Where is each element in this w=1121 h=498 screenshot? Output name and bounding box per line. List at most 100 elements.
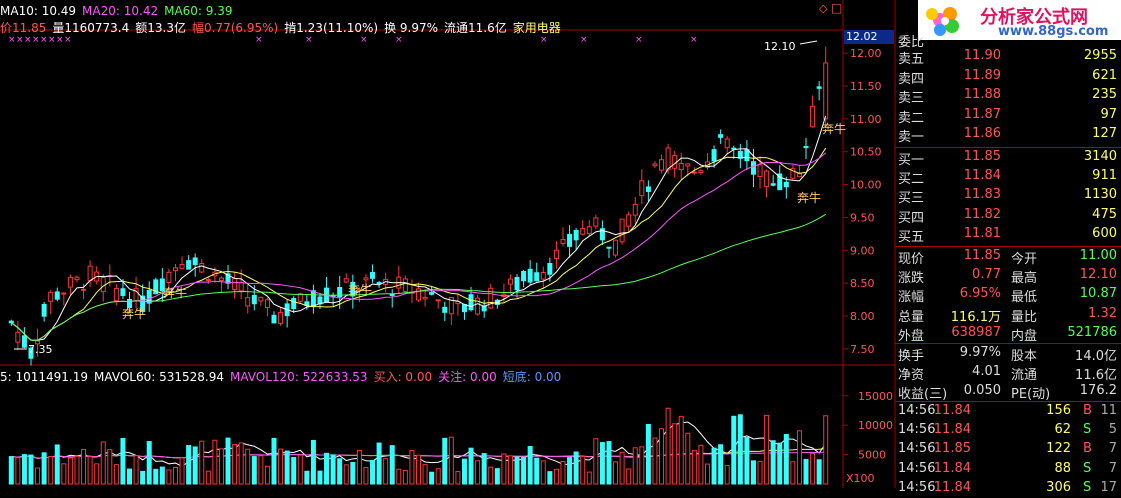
diamond-icon[interactable]: ◇ xyxy=(819,2,827,15)
volume-bar xyxy=(744,437,750,485)
volume-bar xyxy=(639,446,645,485)
volume-bar xyxy=(21,454,27,485)
volume-bar xyxy=(264,465,270,485)
bid-price: 11.81 xyxy=(963,226,1001,241)
stat-value: 1.32 xyxy=(1088,305,1117,321)
volume-bar xyxy=(816,459,822,485)
volume-bar xyxy=(593,438,599,485)
tick-count: 11 xyxy=(1100,403,1117,418)
tick-volume: 88 xyxy=(1054,460,1071,476)
candle-body xyxy=(757,164,763,178)
signal-marker: × xyxy=(56,35,64,45)
stat-row: 现价 11.85 今开 11.00 xyxy=(895,246,1121,267)
candle-body xyxy=(343,278,349,283)
volume-bar xyxy=(356,449,362,485)
candle-body xyxy=(619,218,625,243)
volume-bar xyxy=(146,441,152,485)
candle-body xyxy=(251,294,257,305)
bid-label: 买五 xyxy=(898,230,925,245)
signal-marker: × xyxy=(305,35,313,45)
ma-value-1: MA20: 10.42 xyxy=(82,4,159,18)
volume-bar xyxy=(81,448,87,485)
candle-body xyxy=(48,291,54,302)
stat-label: 涨跌 xyxy=(898,270,925,286)
bid-row: 买二 11.84 911 xyxy=(895,167,1121,187)
stat-label: 外盘 xyxy=(898,329,925,344)
signal-marker: × xyxy=(32,35,40,45)
ask-price: 11.90 xyxy=(963,48,1001,63)
volume-bar xyxy=(823,415,829,485)
volume-bar xyxy=(790,461,796,485)
volume-bar xyxy=(429,471,435,485)
candle-body xyxy=(711,149,717,162)
candle-body xyxy=(81,288,87,291)
candle-body xyxy=(15,331,21,343)
ask-label: 卖二 xyxy=(898,110,925,126)
volume-bar xyxy=(291,457,297,485)
volume-bar xyxy=(396,468,402,485)
candle-body xyxy=(586,226,592,234)
stat-value: 10.87 xyxy=(1079,286,1117,301)
signal-marker: × xyxy=(8,35,16,45)
ask-volume: 621 xyxy=(1092,67,1117,83)
candle-body xyxy=(810,105,816,128)
candle-body xyxy=(120,288,126,296)
volume-bar xyxy=(192,446,198,485)
tick-row: 14:56 11.85 122 B 7 xyxy=(895,440,1121,459)
fund-row: 换手 9.97% 股本 14.0亿 xyxy=(895,343,1121,364)
candle-body xyxy=(113,287,119,302)
volume-bar xyxy=(422,464,428,485)
volume-bar xyxy=(718,444,724,485)
candle-body xyxy=(613,239,619,256)
signal-marker: × xyxy=(360,35,368,45)
tick-time: 14:56 xyxy=(898,441,936,456)
volume-bar xyxy=(731,415,737,485)
stat-label: 总量 xyxy=(898,309,925,325)
candle-body xyxy=(481,305,487,312)
bid-label: 买一 xyxy=(898,153,925,168)
bid-volume: 3140 xyxy=(1083,149,1117,164)
volume-bar xyxy=(232,443,238,485)
vol-value-0: 5: 1011491.19 xyxy=(0,370,89,384)
vol-tick-label: 15000 xyxy=(858,390,893,403)
signal-label: 奔牛 xyxy=(163,285,187,300)
volume-bar xyxy=(750,460,756,485)
volume-bar xyxy=(376,442,382,485)
volume-bar xyxy=(8,456,14,485)
volume-bar xyxy=(179,457,185,485)
ma-header: MA10: 10.49 MA20: 10.42 MA60: 9.39 xyxy=(0,4,239,18)
volume-bar xyxy=(87,456,93,485)
candle-body xyxy=(370,272,376,279)
bid-volume: 911 xyxy=(1092,167,1117,183)
stat-label: 涨幅 xyxy=(898,290,925,305)
volume-bar xyxy=(218,448,224,485)
quote-value-6: 流通11.6亿 xyxy=(444,21,507,35)
ask-volume: 127 xyxy=(1092,126,1117,141)
ask-label: 卖三 xyxy=(898,91,925,106)
candle-body xyxy=(218,277,224,282)
low-label: 7.35 xyxy=(28,343,53,356)
window-icon[interactable]: □ xyxy=(831,1,842,15)
volume-bar xyxy=(199,440,205,485)
volume-bar xyxy=(521,456,527,485)
volume-bar xyxy=(691,450,697,485)
candle-body xyxy=(606,246,612,249)
volume-bar xyxy=(527,446,533,485)
candle-body xyxy=(580,227,586,235)
candle-body xyxy=(245,297,251,307)
tick-volume: 62 xyxy=(1054,421,1071,437)
bid-price: 11.84 xyxy=(963,167,1001,183)
candle-body xyxy=(166,271,172,283)
candle-body xyxy=(750,161,756,175)
tick-side: S xyxy=(1083,421,1092,437)
ask-price: 11.88 xyxy=(963,87,1001,102)
candle-body xyxy=(389,293,395,296)
signal-marker: × xyxy=(580,35,588,45)
volume-bar xyxy=(330,454,336,485)
candle-body xyxy=(41,303,47,317)
price-tick-label: 8.00 xyxy=(850,310,875,323)
stat-value: 11.85 xyxy=(963,248,1001,263)
volume-bar xyxy=(560,461,566,485)
volume-bar xyxy=(61,463,67,485)
ask-price: 11.87 xyxy=(963,106,1001,122)
